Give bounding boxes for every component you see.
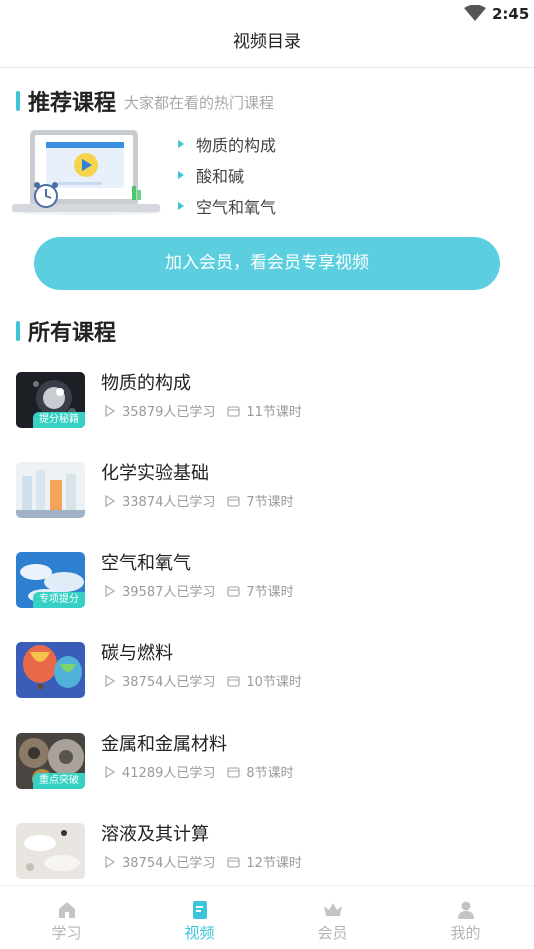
play-icon [105, 584, 116, 597]
bottom-tab-bar: 学习 视频 会员 我的 [0, 885, 534, 949]
course-lessons: 8节课时 [246, 766, 294, 781]
lessons-icon [227, 856, 241, 868]
home-icon [59, 902, 75, 918]
tab-membership[interactable]: 会员 [266, 886, 399, 949]
course-lessons: 7节课时 [246, 585, 294, 600]
status-time: 2:45 [492, 5, 530, 23]
play-icon [105, 674, 116, 687]
recommended-item[interactable]: 物质的构成 [178, 128, 276, 159]
lessons-icon [227, 405, 241, 417]
course-learners: 41289人已学习 [122, 766, 216, 781]
tab-video[interactable]: 视频 [133, 886, 266, 949]
course-name: 碳与燃料 [101, 643, 173, 664]
course-name: 空气和氧气 [101, 553, 191, 574]
tab-study[interactable]: 学习 [0, 886, 133, 949]
laptop-video-illustration[interactable] [8, 126, 163, 218]
course-name: 金属和金属材料 [101, 734, 227, 755]
course-meta: 38754人已学习 10节课时 [104, 671, 302, 690]
profile-icon [458, 901, 474, 919]
course-item[interactable]: 化学实验基础 33874人已学习 7节课时 [16, 462, 526, 520]
recommended-item[interactable]: 空气和氧气 [178, 190, 276, 221]
section-accent-bar [16, 91, 20, 111]
course-learners: 35879人已学习 [122, 405, 216, 420]
page-title: 视频目录 [233, 32, 301, 52]
recommended-title: 推荐课程 [28, 91, 117, 116]
play-icon [105, 404, 116, 417]
recommended-item[interactable]: 酸和碱 [178, 159, 276, 190]
lessons-icon [227, 766, 241, 778]
course-learners: 39587人已学习 [122, 585, 216, 600]
course-name: 溶液及其计算 [101, 824, 209, 845]
course-learners: 33874人已学习 [122, 495, 216, 510]
crown-icon [324, 903, 342, 916]
wifi-icon [464, 5, 486, 21]
tab-label: 会员 [317, 924, 348, 942]
recommended-list: 物质的构成 酸和碱 空气和氧气 [178, 128, 276, 221]
play-icon [105, 765, 116, 778]
video-book-icon [193, 901, 207, 919]
course-name: 物质的构成 [101, 373, 191, 394]
hot-air-balloon-image [16, 642, 85, 698]
bullet-triangle-icon [178, 201, 184, 210]
play-icon [105, 494, 116, 507]
status-bar: 2:45 [0, 0, 534, 28]
course-meta: 33874人已学习 7节课时 [104, 491, 294, 510]
bullet-triangle-icon [178, 170, 184, 179]
course-thumbnail[interactable]: 重点突破 [16, 733, 85, 789]
course-tag: 重点突破 [33, 773, 85, 789]
course-item[interactable]: 重点突破 金属和金属材料 41289人已学习 8节课时 [16, 733, 526, 791]
course-thumbnail[interactable] [16, 642, 85, 698]
course-item[interactable]: 提分秘籍 物质的构成 35879人已学习 11节课时 [16, 372, 526, 430]
join-membership-button[interactable]: 加入会员，看会员专享视频 [34, 237, 500, 290]
course-name: 化学实验基础 [101, 463, 209, 484]
course-tag: 专项提分 [33, 592, 85, 608]
lessons-icon [227, 495, 241, 507]
recommended-subtitle: 大家都在看的热门课程 [124, 93, 275, 112]
recommended-item-label: 物质的构成 [196, 135, 277, 155]
course-lessons: 7节课时 [246, 495, 294, 510]
course-thumbnail[interactable] [16, 462, 85, 518]
course-meta: 41289人已学习 8节课时 [104, 762, 294, 781]
all-courses-title: 所有课程 [28, 321, 117, 346]
recommended-item-label: 酸和碱 [196, 166, 245, 186]
all-courses-header: 所有课程 [16, 318, 117, 346]
course-thumbnail[interactable]: 专项提分 [16, 552, 85, 608]
lessons-icon [227, 585, 241, 597]
title-bar: 视频目录 [0, 28, 534, 68]
lab-bottles-image [16, 462, 85, 518]
course-meta: 38754人已学习 12节课时 [104, 852, 302, 871]
course-meta: 35879人已学习 11节课时 [104, 401, 302, 420]
section-accent-bar [16, 321, 20, 341]
recommended-header: 推荐课程 大家都在看的热门课程 [16, 88, 275, 116]
play-icon [105, 855, 116, 868]
course-item[interactable]: 溶液及其计算 38754人已学习 12节课时 [16, 823, 526, 881]
course-item[interactable]: 专项提分 空气和氧气 39587人已学习 7节课时 [16, 552, 526, 610]
course-thumbnail[interactable] [16, 823, 85, 879]
course-learners: 38754人已学习 [122, 856, 216, 871]
tab-label: 视频 [184, 924, 215, 942]
white-powder-image [16, 823, 85, 879]
course-lessons: 11节课时 [246, 405, 302, 420]
tab-profile[interactable]: 我的 [399, 886, 532, 949]
course-tag: 提分秘籍 [33, 412, 85, 428]
course-item[interactable]: 碳与燃料 38754人已学习 10节课时 [16, 642, 526, 700]
course-meta: 39587人已学习 7节课时 [104, 581, 294, 600]
course-lessons: 10节课时 [246, 675, 302, 690]
bullet-triangle-icon [178, 139, 184, 148]
lessons-icon [227, 675, 241, 687]
course-lessons: 12节课时 [246, 856, 302, 871]
course-thumbnail[interactable]: 提分秘籍 [16, 372, 85, 428]
course-learners: 38754人已学习 [122, 675, 216, 690]
recommended-item-label: 空气和氧气 [196, 197, 277, 217]
tab-label: 我的 [450, 924, 481, 942]
tab-label: 学习 [51, 924, 82, 942]
